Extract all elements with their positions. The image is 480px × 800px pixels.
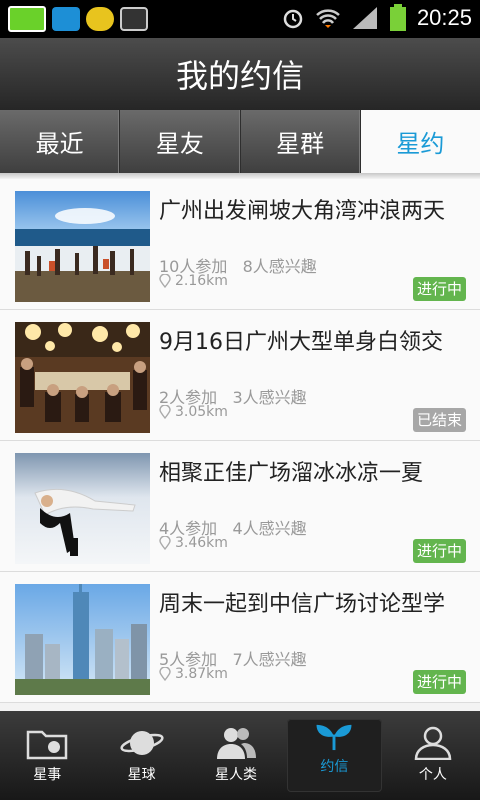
location-pin-icon xyxy=(159,536,171,550)
event-distance: 3.46km xyxy=(159,535,228,551)
battery-icon xyxy=(389,4,406,31)
beach-photo xyxy=(15,191,150,302)
event-distance: 2.16km xyxy=(159,273,228,289)
page-title: 我的约信 xyxy=(175,57,304,95)
event-list: 广州出发闸坡大角湾冲浪两天 10人参加 8人感兴趣 2.16km 进行中 9月1… xyxy=(0,179,480,703)
event-title: 广州出发闸坡大角湾冲浪两天 xyxy=(159,199,446,224)
restaurant-photo xyxy=(15,322,150,433)
chat-mail-icon xyxy=(86,7,114,31)
list-item[interactable]: 9月16日广州大型单身白领交 2人参加 3人感兴趣 3.05km 已结束 xyxy=(0,310,480,441)
alarm-icon xyxy=(283,9,303,29)
distance-value: 3.46km xyxy=(175,535,228,551)
planet-icon xyxy=(120,731,164,755)
qq-icon xyxy=(52,7,80,31)
nav-label: 星球 xyxy=(127,767,156,783)
list-item[interactable]: 周末一起到中信广场讨论型学 5人参加 7人感兴趣 3.87km 进行中 xyxy=(0,572,480,703)
event-title: 9月16日广州大型单身白领交 xyxy=(159,330,443,355)
location-pin-icon xyxy=(159,405,171,419)
title-bar: 我的约信 xyxy=(0,38,480,110)
distance-value: 3.87km xyxy=(175,666,228,682)
distance-value: 2.16km xyxy=(175,273,228,289)
event-title: 相聚正佳广场溜冰冰凉一夏 xyxy=(159,461,424,486)
person-icon xyxy=(414,726,452,760)
tab-recent[interactable]: 最近 xyxy=(0,110,121,173)
nav-label: 星人类 xyxy=(215,767,258,783)
nav-label: 约信 xyxy=(320,759,349,775)
wifi-icon xyxy=(316,9,340,28)
status-bar: 20:25 xyxy=(0,0,480,38)
people-icon xyxy=(217,728,257,759)
nav-dates[interactable]: 约信 xyxy=(287,719,382,792)
status-badge: 进行中 xyxy=(412,670,466,694)
clock: 20:25 xyxy=(416,5,472,30)
nav-planet[interactable]: 星球 xyxy=(94,711,188,800)
tab-star-groups[interactable]: 星群 xyxy=(241,110,361,173)
list-item[interactable]: 广州出发闸坡大角湾冲浪两天 10人参加 8人感兴趣 2.16km 进行中 xyxy=(0,179,480,310)
tab-star-friends[interactable]: 星友 xyxy=(120,110,241,173)
status-badge: 已结束 xyxy=(412,408,466,432)
sim-6-icon xyxy=(8,6,46,32)
nav-star-people[interactable]: 星人类 xyxy=(189,711,283,800)
nav-label: 星事 xyxy=(33,767,62,783)
sprout-icon xyxy=(316,724,352,751)
status-badge: 进行中 xyxy=(412,277,466,301)
skyline-photo xyxy=(15,584,150,695)
folder-icon xyxy=(26,730,68,760)
nav-personal[interactable]: 个人 xyxy=(386,711,480,800)
location-pin-icon xyxy=(159,274,171,288)
image-icon xyxy=(120,7,148,31)
tab-star-dates[interactable]: 星约 xyxy=(360,110,480,173)
event-title: 周末一起到中信广场讨论型学 xyxy=(159,592,446,617)
tab-bar: 最近 星友 星群 星约 xyxy=(0,110,480,173)
status-badge: 进行中 xyxy=(412,539,466,563)
location-pin-icon xyxy=(159,667,171,681)
signal-icon xyxy=(352,7,377,29)
event-distance: 3.87km xyxy=(159,666,228,682)
distance-value: 3.05km xyxy=(175,404,228,420)
list-item[interactable]: 相聚正佳广场溜冰冰凉一夏 4人参加 4人感兴趣 3.46km 进行中 xyxy=(0,441,480,572)
nav-label: 个人 xyxy=(418,767,447,783)
bottom-nav: 星事 星球 星人类 约信 个人 xyxy=(0,711,480,800)
nav-star-events[interactable]: 星事 xyxy=(0,711,94,800)
event-distance: 3.05km xyxy=(159,404,228,420)
ice-skating-photo xyxy=(15,453,150,564)
